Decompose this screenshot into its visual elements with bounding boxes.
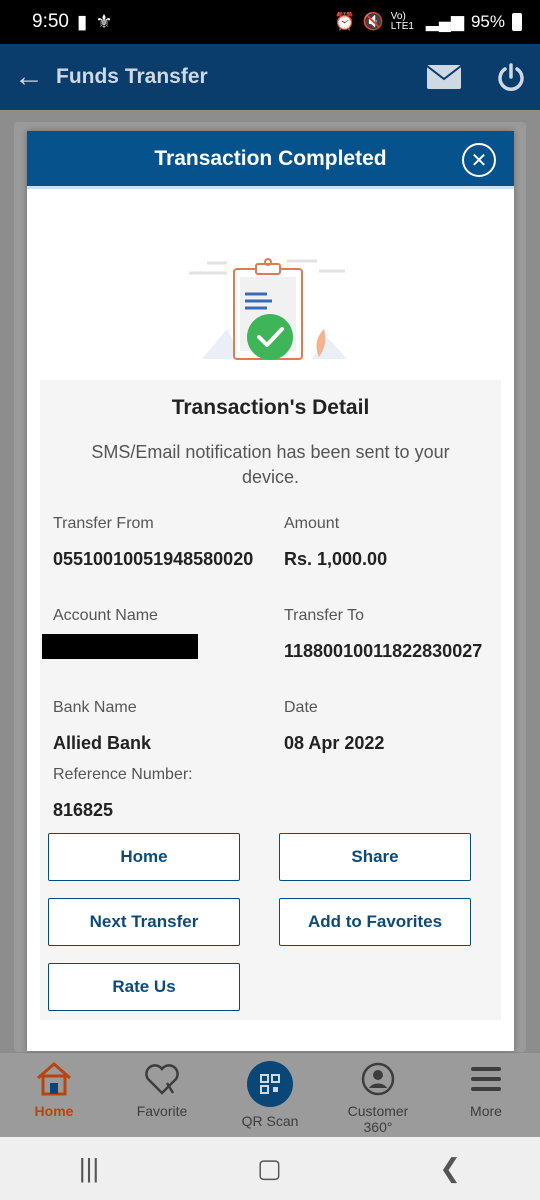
mute-icon: 🔇 <box>362 12 384 31</box>
battery-percent: 95% <box>470 12 505 31</box>
modal-title: Transaction Completed <box>154 146 387 170</box>
notification-icon: ⚜ <box>95 11 113 33</box>
app-header: ← Funds Transfer <box>0 44 540 110</box>
chat-icon: ▮ <box>76 11 88 33</box>
battery-icon <box>512 13 522 31</box>
status-time: 9:50 <box>32 11 69 32</box>
date-label: Date <box>284 699 318 716</box>
amount-label: Amount <box>284 515 340 532</box>
system-nav-bar: ||| ▢ ❮ <box>0 1137 540 1200</box>
amount-field: Amount Rs. 1,000.00 <box>284 515 387 572</box>
reference-field: Reference Number: 816825 <box>53 766 193 823</box>
nav-favorite-label: Favorite <box>136 1103 188 1119</box>
page-title: Funds Transfer <box>56 65 208 88</box>
next-transfer-button[interactable]: Next Transfer <box>48 898 240 946</box>
add-to-favorites-button[interactable]: Add to Favorites <box>279 898 471 946</box>
home-button[interactable]: Home <box>48 833 240 881</box>
modal-header: Transaction Completed ✕ <box>27 131 514 189</box>
transfer-to-value: 11880010011822830027 <box>284 641 483 661</box>
status-bar: 9:50 ▮ ⚜ ⏰ 🔇 Vo) LTE1 ▂▄▆ 95% <box>0 0 540 44</box>
nav-more[interactable]: More <box>432 1053 540 1137</box>
nav-home-label: Home <box>34 1103 74 1119</box>
home-icon <box>37 1062 71 1096</box>
bank-name-value: Allied Bank <box>53 733 152 753</box>
mail-icon[interactable] <box>426 64 462 90</box>
share-button[interactable]: Share <box>279 833 471 881</box>
amount-value: Rs. 1,000.00 <box>284 549 388 569</box>
network-label: Vo) LTE1 <box>390 11 414 32</box>
transfer-to-label: Transfer To <box>284 607 365 624</box>
back-arrow-icon[interactable]: ← <box>14 60 50 94</box>
transfer-to-field: Transfer To 11880010011822830027 <box>284 607 489 664</box>
reference-label: Reference Number: <box>53 766 193 783</box>
nav-customer-360[interactable]: Customer 360° <box>324 1053 432 1137</box>
signal-icon: ▂▄▆ <box>425 12 464 31</box>
heart-icon <box>145 1064 179 1095</box>
nav-more-label: More <box>470 1103 502 1119</box>
transfer-from-label: Transfer From <box>53 515 154 532</box>
transfer-from-value: 05510010051948580020 <box>53 549 254 569</box>
account-name-label: Account Name <box>53 607 158 624</box>
account-name-redacted <box>42 634 198 659</box>
customer-icon <box>361 1062 395 1096</box>
recent-apps-icon[interactable]: ||| <box>79 1153 99 1184</box>
home-system-icon[interactable]: ▢ <box>257 1153 282 1184</box>
reference-value: 816825 <box>53 800 114 820</box>
success-illustration <box>27 189 514 379</box>
detail-title: Transaction's Detail <box>171 396 370 419</box>
bank-name-label: Bank Name <box>53 699 137 716</box>
nav-customer-label: Customer 360° <box>347 1103 409 1135</box>
bank-name-field: Bank Name Allied Bank <box>53 699 151 756</box>
close-icon[interactable]: ✕ <box>462 143 496 177</box>
qr-icon <box>247 1061 293 1107</box>
transfer-from-field: Transfer From 05510010051948580020 <box>53 515 258 572</box>
alarm-icon: ⏰ <box>334 12 356 31</box>
power-icon[interactable] <box>496 62 526 92</box>
nav-qr-scan-label: QR Scan <box>241 1113 299 1129</box>
bottom-nav: Home Favorite QR Scan Customer 360° More <box>0 1053 540 1137</box>
back-system-icon[interactable]: ❮ <box>439 1153 461 1184</box>
nav-home[interactable]: Home <box>0 1053 108 1137</box>
rate-us-button[interactable]: Rate Us <box>48 963 240 1011</box>
date-value: 08 Apr 2022 <box>284 733 385 753</box>
notification-notice: SMS/Email notification has been sent to … <box>91 442 450 487</box>
account-name-field: Account Name <box>53 607 158 625</box>
menu-icon <box>471 1067 501 1091</box>
date-field: Date 08 Apr 2022 <box>284 699 384 756</box>
nav-favorite[interactable]: Favorite <box>108 1053 216 1137</box>
nav-qr-scan[interactable]: QR Scan <box>216 1053 324 1137</box>
